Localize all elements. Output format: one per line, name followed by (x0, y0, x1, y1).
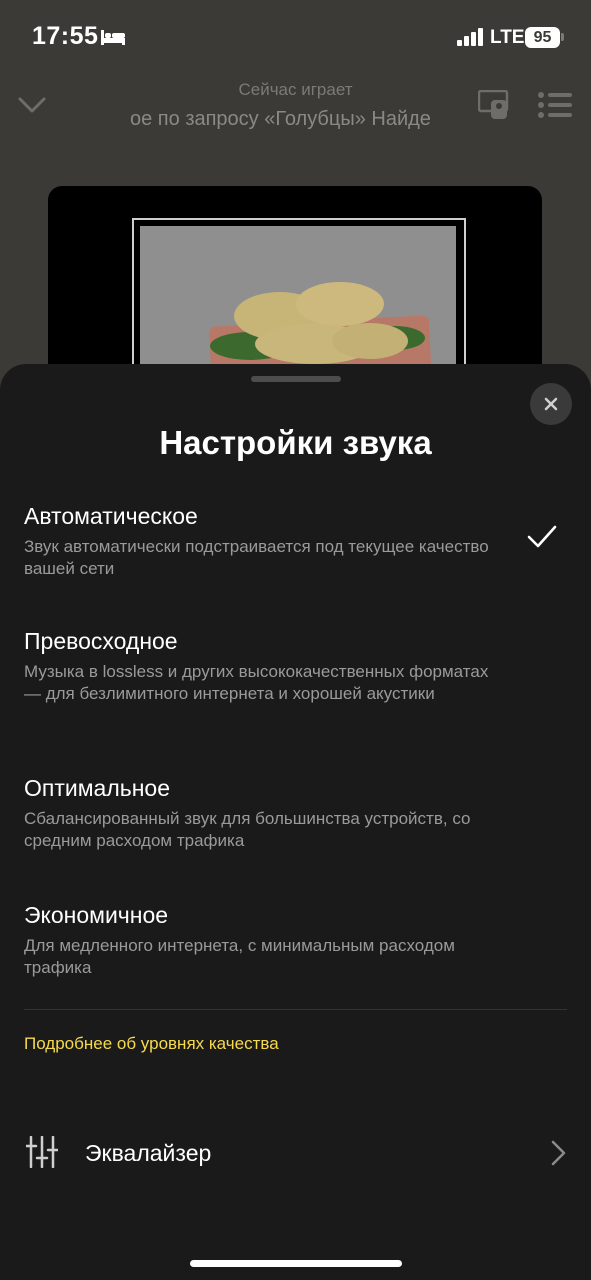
sleep-bed-icon (101, 30, 125, 45)
network-type: LTE (490, 27, 525, 48)
equalizer-sliders-icon (26, 1136, 58, 1168)
signal-icon (457, 28, 483, 46)
equalizer-row[interactable]: Эквалайзер (0, 1120, 591, 1186)
option-description: Сбалансированный звук для большинства ус… (24, 809, 471, 850)
option-description: Звук автоматически подстраивается под те… (24, 537, 489, 578)
quality-option-auto[interactable]: Автоматическое Звук автоматически подстр… (24, 502, 564, 580)
track-title: ое по запросу «Голубцы» Найде (130, 108, 431, 130)
quality-option-economy[interactable]: Экономичное Для медленного интернета, с … (24, 901, 564, 979)
status-bar: 17:55 LTE 95 (0, 0, 591, 78)
status-time: 17:55 (32, 22, 99, 50)
quality-option-optimal[interactable]: Оптимальное Сбалансированный звук для бо… (24, 774, 564, 852)
quality-levels-link[interactable]: Подробнее об уровнях качества (24, 1034, 279, 1054)
sheet-title: Настройки звука (159, 424, 432, 461)
battery-tip (561, 33, 564, 41)
close-button[interactable] (530, 383, 572, 425)
option-description: Для медленного интернета, с минимальным … (24, 936, 455, 977)
home-indicator (190, 1260, 402, 1267)
chevron-right-icon (551, 1140, 566, 1166)
battery-indicator: 95 (525, 27, 560, 48)
option-title: Оптимальное (24, 775, 171, 801)
sheet-grabber[interactable] (251, 376, 341, 382)
quality-option-lossless[interactable]: Превосходное Музыка в lossless и других … (24, 627, 564, 705)
option-title: Экономичное (24, 902, 169, 928)
queue-list-icon[interactable] (538, 92, 572, 118)
option-title: Превосходное (24, 628, 178, 654)
divider (24, 1009, 567, 1010)
close-icon (544, 397, 558, 411)
equalizer-label: Эквалайзер (85, 1140, 212, 1166)
option-title: Автоматическое (24, 503, 198, 529)
device-cast-icon[interactable] (478, 90, 512, 120)
checkmark-icon (527, 525, 557, 548)
option-description: Музыка в lossless и других высококачеств… (24, 662, 489, 703)
sound-settings-sheet: Настройки звука Автоматическое Звук авто… (0, 364, 591, 1280)
